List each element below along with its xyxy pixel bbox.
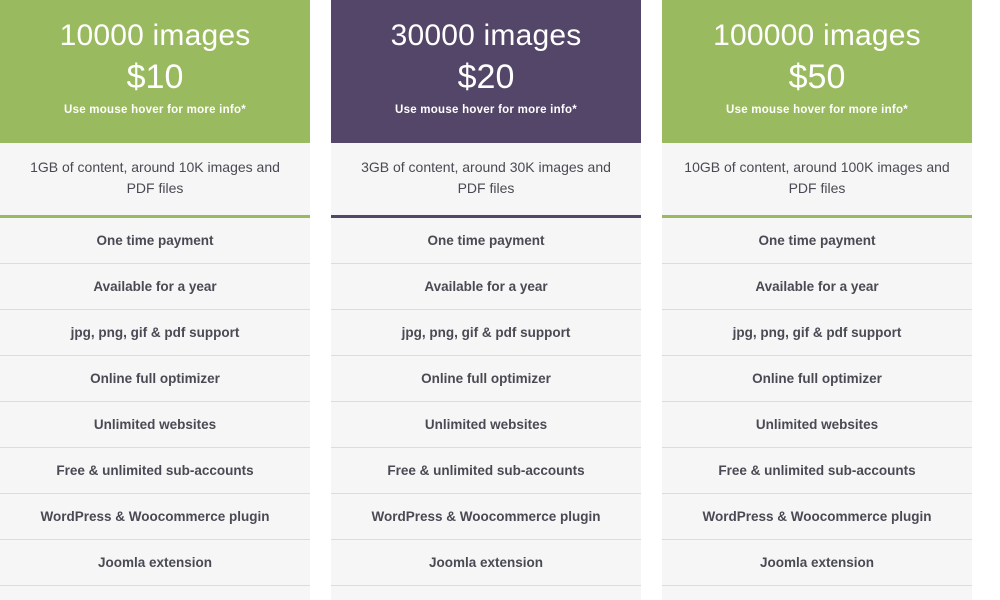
- feature-row[interactable]: Money-back guarantee: [331, 586, 641, 600]
- feature-row[interactable]: Online full optimizer: [331, 356, 641, 402]
- feature-row[interactable]: Joomla extension: [331, 540, 641, 586]
- feature-row[interactable]: Unlimited websites: [0, 402, 310, 448]
- pricing-card-plan-30000[interactable]: 30000 images $20 Use mouse hover for mor…: [331, 0, 641, 600]
- feature-row[interactable]: One time payment: [662, 218, 972, 264]
- plan-price: $50: [788, 58, 846, 96]
- plan-price: $20: [457, 58, 515, 96]
- feature-row[interactable]: jpg, png, gif & pdf support: [662, 310, 972, 356]
- plan-quota: 100000 images: [713, 19, 921, 52]
- feature-row[interactable]: jpg, png, gif & pdf support: [331, 310, 641, 356]
- plan-hover-hint: Use mouse hover for more info*: [726, 104, 908, 116]
- feature-row[interactable]: Available for a year: [662, 264, 972, 310]
- pricing-table: 10000 images $10 Use mouse hover for mor…: [0, 0, 1000, 600]
- feature-row[interactable]: Joomla extension: [0, 540, 310, 586]
- feature-row[interactable]: Free & unlimited sub-accounts: [0, 448, 310, 494]
- pricing-card-plan-100000[interactable]: 100000 images $50 Use mouse hover for mo…: [662, 0, 972, 600]
- feature-row[interactable]: Money-back guarantee: [662, 586, 972, 600]
- plan-description: 1GB of content, around 10K images and PD…: [0, 143, 310, 218]
- pricing-card-header: 10000 images $10 Use mouse hover for mor…: [0, 0, 310, 143]
- plan-price: $10: [126, 58, 184, 96]
- feature-row[interactable]: WordPress & Woocommerce plugin: [0, 494, 310, 540]
- plan-feature-list: One time payment Available for a year jp…: [0, 218, 310, 600]
- feature-row[interactable]: Online full optimizer: [0, 356, 310, 402]
- feature-row[interactable]: One time payment: [0, 218, 310, 264]
- pricing-card-header: 100000 images $50 Use mouse hover for mo…: [662, 0, 972, 143]
- feature-row[interactable]: Unlimited websites: [331, 402, 641, 448]
- plan-feature-list: One time payment Available for a year jp…: [662, 218, 972, 600]
- feature-row[interactable]: Free & unlimited sub-accounts: [331, 448, 641, 494]
- plan-hover-hint: Use mouse hover for more info*: [395, 104, 577, 116]
- pricing-card-header: 30000 images $20 Use mouse hover for mor…: [331, 0, 641, 143]
- pricing-card-plan-10000[interactable]: 10000 images $10 Use mouse hover for mor…: [0, 0, 310, 600]
- feature-row[interactable]: Joomla extension: [662, 540, 972, 586]
- plan-quota: 30000 images: [390, 19, 582, 52]
- feature-row[interactable]: One time payment: [331, 218, 641, 264]
- feature-row[interactable]: jpg, png, gif & pdf support: [0, 310, 310, 356]
- plan-description: 3GB of content, around 30K images and PD…: [331, 143, 641, 218]
- feature-row[interactable]: Unlimited websites: [662, 402, 972, 448]
- feature-row[interactable]: Online full optimizer: [662, 356, 972, 402]
- feature-row[interactable]: Available for a year: [0, 264, 310, 310]
- feature-row[interactable]: WordPress & Woocommerce plugin: [331, 494, 641, 540]
- plan-quota: 10000 images: [59, 19, 251, 52]
- feature-row[interactable]: Money-back guarantee: [0, 586, 310, 600]
- feature-row[interactable]: WordPress & Woocommerce plugin: [662, 494, 972, 540]
- plan-description: 10GB of content, around 100K images and …: [662, 143, 972, 218]
- feature-row[interactable]: Free & unlimited sub-accounts: [662, 448, 972, 494]
- plan-hover-hint: Use mouse hover for more info*: [64, 104, 246, 116]
- plan-feature-list: One time payment Available for a year jp…: [331, 218, 641, 600]
- feature-row[interactable]: Available for a year: [331, 264, 641, 310]
